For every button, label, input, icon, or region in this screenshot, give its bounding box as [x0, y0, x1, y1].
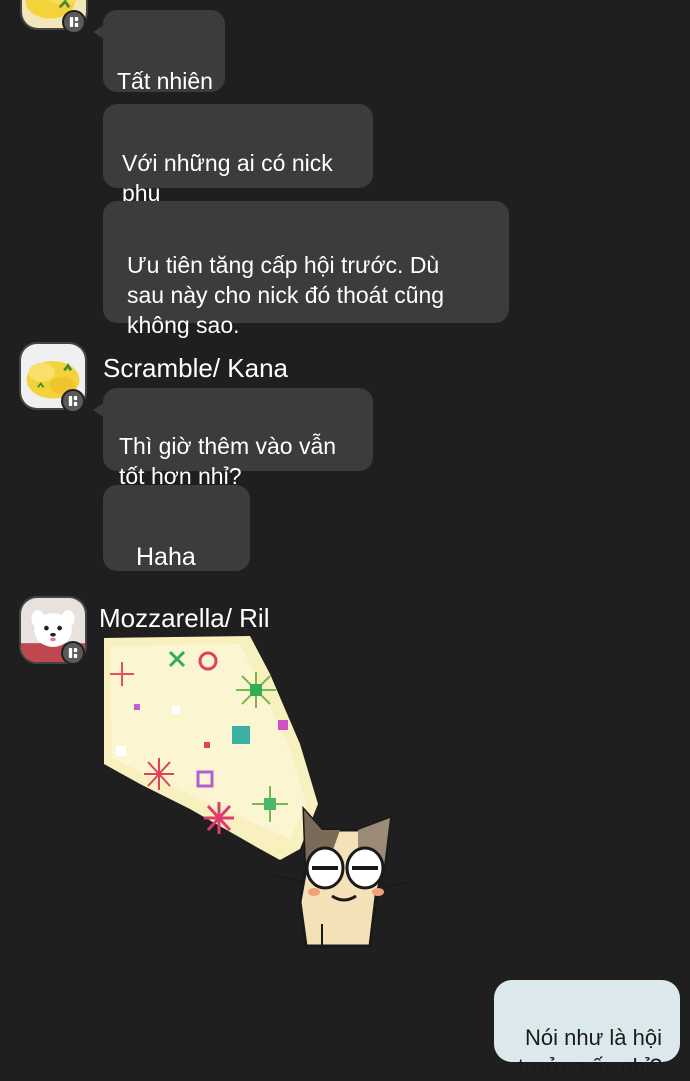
app-badge-icon	[61, 641, 85, 665]
message-bubble[interactable]: Tất nhiên	[93, 10, 225, 94]
sticker-image	[104, 636, 409, 948]
sender-name: Mozzarella/ Ril	[99, 603, 270, 633]
outgoing-message-bubble[interactable]: Nói như là hội trưởng ấy nhỉ?	[494, 980, 680, 1079]
message-bubble[interactable]: Với những ai có nick phụ	[103, 104, 373, 206]
message-bubble[interactable]: Thì giờ thêm vào vẫn tốt hơn nhỉ?	[93, 388, 373, 489]
message-bubble[interactable]: Ưu tiên tăng cấp hội trước. Dù sau này c…	[103, 201, 509, 338]
app-badge-icon	[61, 389, 85, 413]
message-text: Thì giờ thêm vào vẫn tốt hơn nhỉ?	[119, 433, 337, 489]
message-bubble[interactable]: Haha	[103, 485, 250, 571]
cat-flashlight-sticker[interactable]	[100, 634, 420, 950]
app-badge-icon	[62, 10, 86, 34]
message-text: Tất nhiên	[117, 68, 213, 94]
message-text: Ưu tiên tăng cấp hội trước. Dù sau này c…	[127, 252, 445, 338]
message-text: Haha	[136, 543, 196, 571]
message-text: Nói như là hội trưởng ấy nhỉ?	[517, 1025, 662, 1079]
message-text: Với những ai có nick phụ	[122, 150, 333, 206]
sender-name: Scramble/ Kana	[103, 353, 288, 383]
